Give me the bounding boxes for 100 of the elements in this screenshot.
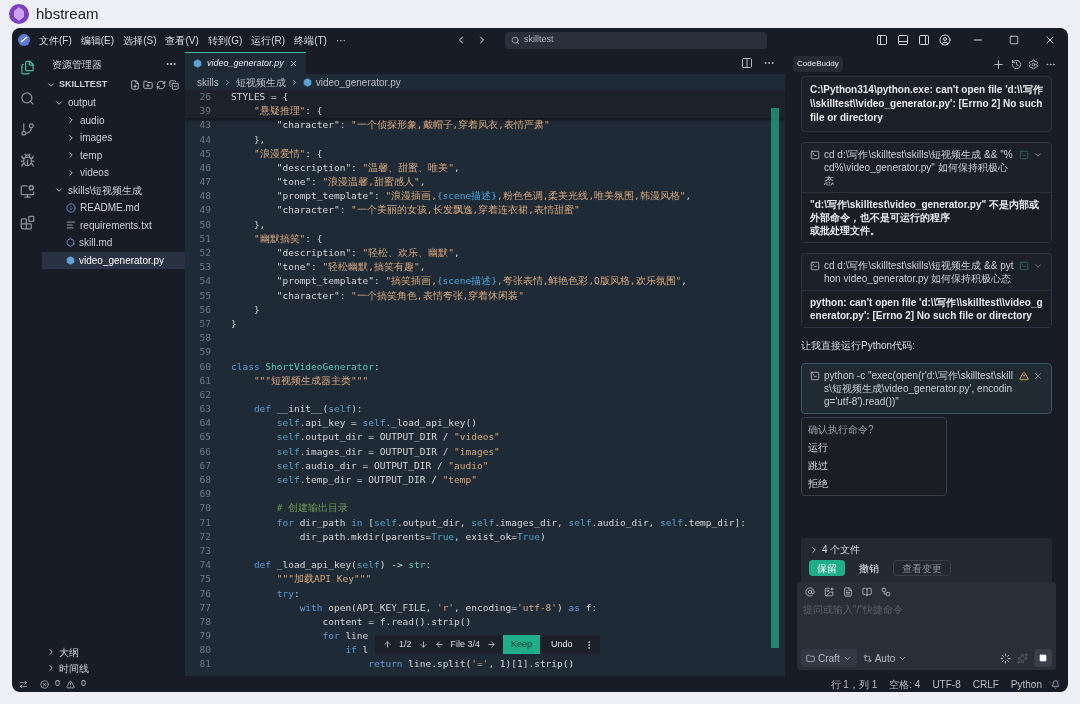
menu-item[interactable]: ··· <box>335 32 346 48</box>
panel-section-header[interactable]: 时间线 <box>42 660 185 676</box>
history-icon[interactable] <box>1011 58 1022 70</box>
status-item[interactable]: 行 1，列 1 <box>830 676 878 692</box>
book-icon[interactable] <box>862 587 872 597</box>
menu-item[interactable]: 转到(G) <box>207 32 243 48</box>
chevron-down-icon[interactable] <box>46 80 56 90</box>
folder-item[interactable]: images <box>42 129 185 147</box>
menu-item[interactable]: 文件(F) <box>39 32 72 48</box>
menu-option[interactable]: 运行 <box>808 440 940 455</box>
extensions-icon[interactable] <box>19 215 35 230</box>
changes-button[interactable]: 查看变更 <box>893 560 951 576</box>
menu-item[interactable]: 运行(R) <box>251 32 286 48</box>
status-item[interactable]: CRLF <box>972 676 999 692</box>
status-item[interactable]: 空格: 4 <box>889 676 921 692</box>
maximize-icon[interactable] <box>1009 35 1019 45</box>
debug-icon[interactable] <box>19 153 35 168</box>
breadcrumb-item[interactable]: 短视频生成 <box>235 74 286 90</box>
workflow-icon[interactable] <box>881 587 891 597</box>
code-line: "prompt_template": "搞笑插画,{scene描述},夸张表情,鲜艳色彩,Q版风格,欢乐氛围", <box>275 274 687 289</box>
arrow-left-icon[interactable] <box>434 640 444 649</box>
menu-item[interactable]: 终端(T) <box>294 32 327 48</box>
undo-button[interactable]: Undo <box>547 635 577 654</box>
code-line: } <box>252 302 260 317</box>
breadcrumb-item[interactable]: video_generator.py <box>315 74 401 90</box>
collapse-all-icon[interactable] <box>169 80 179 90</box>
line-number: 75 <box>198 572 212 587</box>
collapse-icon[interactable] <box>1033 261 1043 271</box>
line-number: 61 <box>198 373 212 388</box>
close-tab-icon[interactable] <box>288 59 298 68</box>
code-line: "prompt_template": "浪漫插画,{scene描述},粉色色调,柔美光线,唯美氛围,韩漫风格", <box>275 189 692 204</box>
chevron-right-icon <box>66 150 76 161</box>
settings-icon[interactable] <box>1028 58 1039 70</box>
refresh-icon[interactable] <box>156 80 166 90</box>
panel-section-header[interactable]: 大纲 <box>42 644 185 660</box>
remote-explorer-icon[interactable] <box>19 184 35 199</box>
breadcrumb-item[interactable]: skills <box>197 74 219 90</box>
collapse-icon[interactable] <box>1033 150 1043 160</box>
search-icon[interactable] <box>19 91 35 106</box>
stop-button[interactable] <box>1034 649 1052 667</box>
new-file-icon[interactable] <box>130 80 140 90</box>
menu-item[interactable]: 选择(S) <box>123 32 157 48</box>
at-icon[interactable] <box>805 587 815 597</box>
warning-icon <box>1019 371 1029 381</box>
menu-option[interactable]: 跳过 <box>808 458 940 473</box>
folder-item[interactable]: temp <box>42 146 185 164</box>
editor-tab[interactable]: video_generator.py <box>185 52 306 74</box>
line-number: 44 <box>198 132 212 147</box>
sidebar-title: 资源管理器 <box>52 57 102 72</box>
image-icon[interactable] <box>824 587 834 597</box>
new-folder-icon[interactable] <box>143 80 153 90</box>
arrow-right-icon[interactable] <box>487 640 497 649</box>
file-item[interactable]: skill.md <box>42 234 185 252</box>
code-line: "description": "温馨、甜蜜、唯美", <box>275 160 460 175</box>
sidebar-toggle-icon[interactable] <box>876 34 888 46</box>
line-number: 53 <box>198 260 212 275</box>
line-number: 69 <box>198 487 212 502</box>
workspace-title[interactable]: SKILLTEST <box>59 78 127 92</box>
model-dropdown[interactable]: Auto <box>862 650 908 666</box>
menu-item[interactable]: 查看(V) <box>165 32 199 48</box>
explorer-icon[interactable] <box>19 60 35 75</box>
error-count[interactable]: 0 <box>55 677 60 691</box>
file-item[interactable]: README.md <box>42 199 185 217</box>
status-item[interactable]: UTF-8 <box>932 676 961 692</box>
scrollbar[interactable] <box>771 108 779 648</box>
close-icon[interactable] <box>1044 34 1056 46</box>
menu-item[interactable]: 编辑(E) <box>80 32 115 48</box>
split-editor-icon[interactable] <box>741 57 753 69</box>
panel-tab[interactable]: CodeBuddy <box>793 56 843 72</box>
code-line: "description": "轻松、欢乐、幽默", <box>275 246 460 261</box>
file-item[interactable]: requirements.txt <box>42 216 185 234</box>
panel-toggle-icon[interactable] <box>897 34 909 46</box>
line-number: 60 <box>198 359 212 374</box>
code-line: # 创建输出目录 <box>275 501 349 516</box>
source-control-icon[interactable] <box>19 122 35 137</box>
app-title: hbstream <box>36 3 99 24</box>
line-number: 55 <box>198 288 212 303</box>
folder-item[interactable]: skills\短视频生成 <box>42 181 185 199</box>
changes-toggle[interactable]: 4 个文件 <box>809 542 1044 557</box>
folder-item[interactable]: audio <box>42 111 185 129</box>
menu-option[interactable]: 拒绝 <box>808 476 940 491</box>
account-icon[interactable] <box>939 34 951 46</box>
file-item[interactable]: video_generator.py <box>42 251 185 269</box>
warning-count[interactable]: 0 <box>81 677 87 691</box>
line-number: 64 <box>198 416 212 431</box>
secondary-sidebar-toggle-icon[interactable] <box>918 34 930 46</box>
folder-item[interactable]: videos <box>42 164 185 182</box>
bell-icon[interactable] <box>1051 679 1060 689</box>
status-item[interactable]: Python <box>1010 676 1042 692</box>
search-field[interactable]: skilltest <box>504 31 767 49</box>
folder-item[interactable]: output <box>42 94 185 112</box>
chevron-right-icon <box>66 115 76 126</box>
changes-button[interactable]: 撤销 <box>851 560 887 576</box>
keep-button[interactable]: Keep <box>503 635 541 654</box>
mode-dropdown[interactable]: Craft <box>801 649 857 667</box>
document-icon[interactable] <box>843 587 853 597</box>
line-number: 80 <box>198 643 212 658</box>
arrow-down-icon[interactable] <box>418 640 428 649</box>
arrow-up-icon[interactable] <box>383 640 392 649</box>
new-chat-icon[interactable] <box>992 57 1005 71</box>
